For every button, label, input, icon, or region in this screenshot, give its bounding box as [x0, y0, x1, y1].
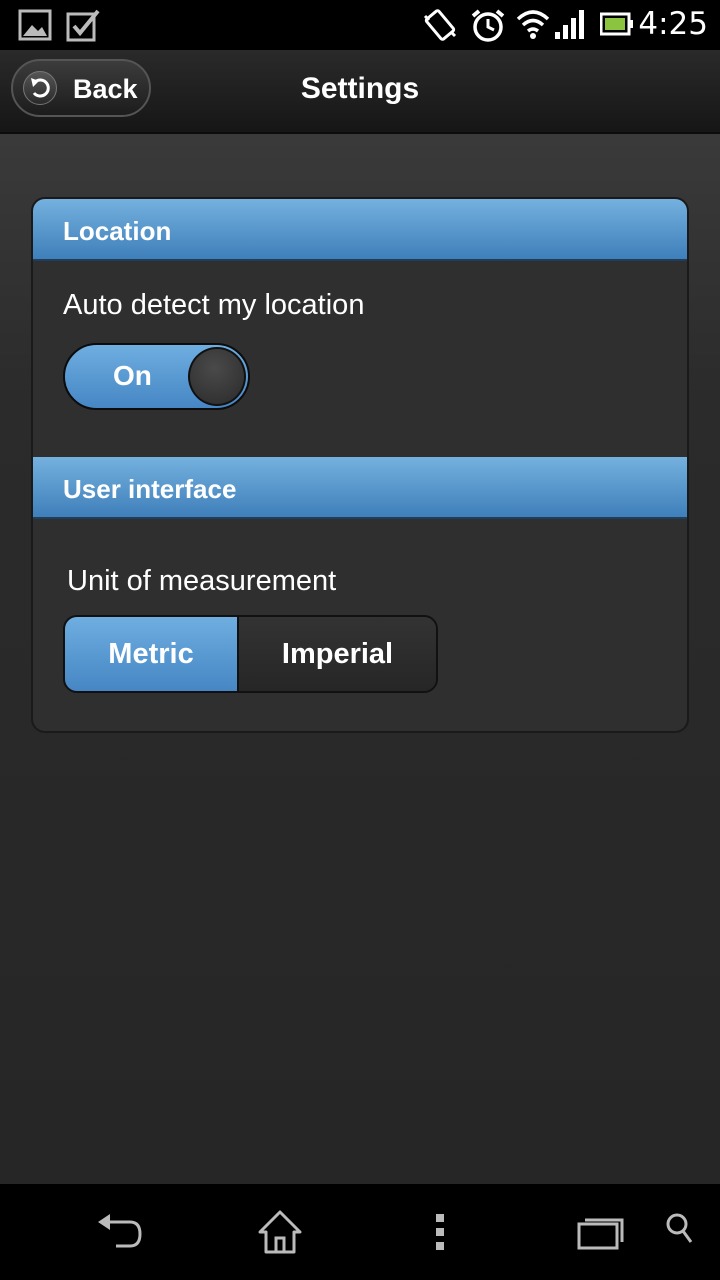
menu-icon[interactable] [430, 1208, 450, 1256]
toggle-state-label: On [113, 360, 152, 391]
recents-icon[interactable] [576, 1208, 626, 1256]
action-bar: Back Settings [0, 50, 720, 134]
unit-of-measurement-label: Unit of measurement [67, 565, 337, 597]
navigation-bar [0, 1184, 720, 1280]
clock: 4:25 [638, 6, 708, 42]
section-title-location: Location [63, 216, 172, 246]
imperial-option[interactable]: Imperial [239, 617, 436, 691]
alarm-icon [471, 9, 505, 42]
back-icon[interactable] [94, 1208, 146, 1256]
auto-detect-toggle[interactable]: On [63, 343, 250, 410]
battery-icon [600, 12, 633, 36]
toggle-knob [188, 347, 246, 406]
page-title: Settings [300, 72, 420, 105]
checkbox-icon [66, 9, 100, 42]
wifi-icon [516, 10, 550, 39]
section-header-user-interface: User interface [33, 457, 687, 519]
status-bar: 4:25 [0, 0, 720, 50]
auto-detect-label: Auto detect my location [63, 289, 365, 321]
settings-card: Location Auto detect my location On User… [31, 197, 689, 733]
signal-icon [555, 10, 584, 39]
image-icon [18, 9, 52, 41]
section-title-user-interface: User interface [63, 474, 237, 504]
search-icon[interactable] [664, 1208, 696, 1256]
section-header-location: Location [33, 199, 687, 261]
unit-segmented-control: Metric Imperial [63, 615, 438, 693]
metric-option[interactable]: Metric [65, 617, 239, 691]
home-icon[interactable] [256, 1208, 304, 1256]
vibrate-icon [423, 9, 457, 41]
